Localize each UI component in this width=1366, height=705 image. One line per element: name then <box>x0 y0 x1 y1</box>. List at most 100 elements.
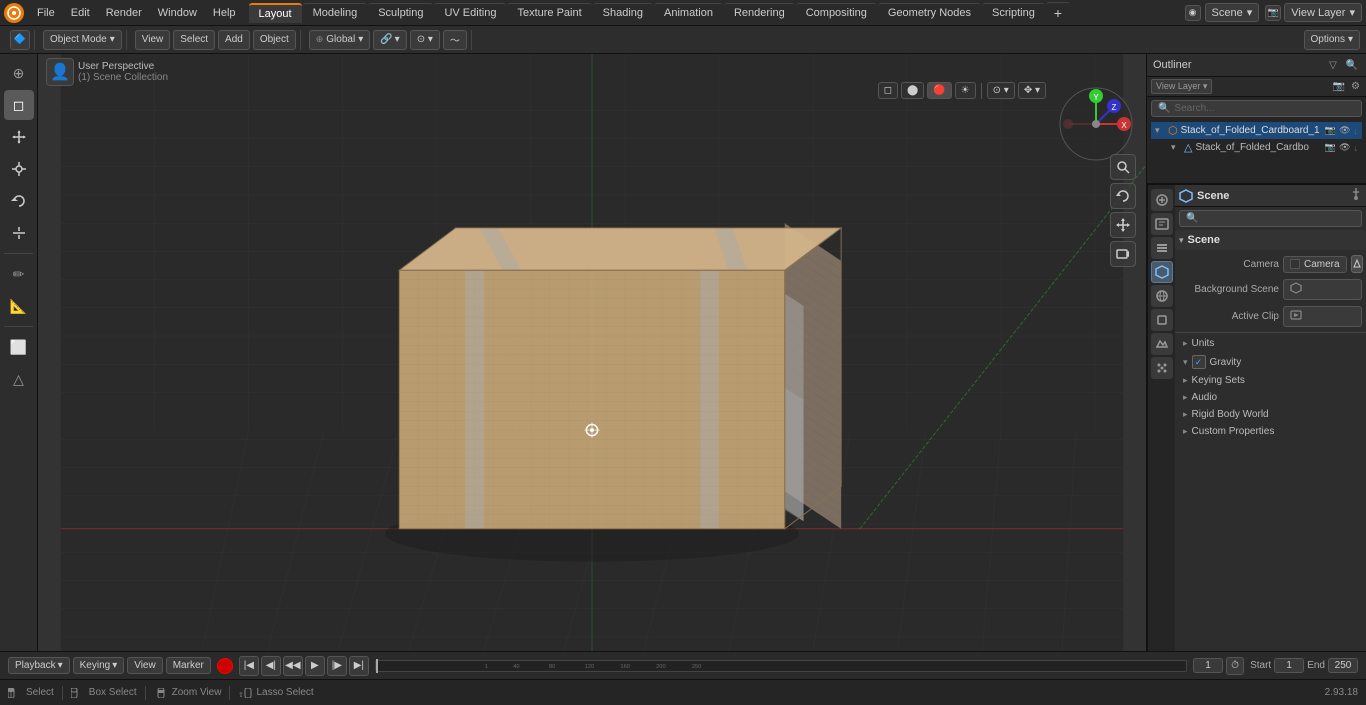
activity-icon[interactable]: ◉ <box>1185 5 1201 21</box>
play-btn[interactable]: ▶ <box>305 656 325 676</box>
gizmo-toggle[interactable]: ✥ ▾ <box>1018 82 1046 99</box>
camera-pick-btn[interactable] <box>1351 255 1363 273</box>
object-props-tab[interactable] <box>1151 309 1173 331</box>
custom-props-item[interactable]: ▸ Custom Properties <box>1175 423 1366 440</box>
background-scene-value[interactable] <box>1283 279 1362 300</box>
tab-rendering[interactable]: Rendering <box>724 3 795 22</box>
collection-restrict-icon[interactable]: ↓ <box>1354 126 1359 136</box>
tab-scripting[interactable]: Scripting <box>982 3 1045 22</box>
next-frame-btn[interactable]: |▶ <box>327 656 347 676</box>
navigation-gizmo[interactable]: X Y Z <box>1056 84 1136 164</box>
outliner-camera-icon[interactable]: 📷 <box>1331 81 1347 92</box>
collection-camera-icon[interactable]: 📷 <box>1325 125 1336 136</box>
scale-tool[interactable] <box>4 218 34 248</box>
viewport-rotate-view-tool[interactable] <box>1110 183 1136 209</box>
active-clip-value[interactable] <box>1283 306 1362 327</box>
options-dropdown[interactable]: Options ▾ <box>1304 30 1361 50</box>
overlay-toggle[interactable]: ⊙ ▾ <box>987 82 1015 99</box>
menu-window[interactable]: Window <box>151 5 204 21</box>
viewport-zoom-tool[interactable] <box>1110 154 1136 180</box>
scene-selector[interactable]: Scene ▾ <box>1205 3 1260 22</box>
add-menu-btn[interactable]: Add <box>218 30 250 50</box>
object-mode-dropdown[interactable]: Object Mode ▾ <box>43 30 122 50</box>
transform-tool[interactable] <box>4 122 34 152</box>
outliner-filter-icon2[interactable]: ⚙ <box>1349 81 1362 92</box>
marker-btn[interactable]: Marker <box>166 657 211 674</box>
outliner-search-field[interactable]: 🔍 Search... <box>1151 100 1362 117</box>
view-layer-selector[interactable]: View Layer ▾ <box>1284 3 1362 22</box>
gravity-item[interactable]: ▾ ✓ Gravity <box>1175 352 1366 372</box>
render-props-tab[interactable] <box>1151 189 1173 211</box>
viewport[interactable]: 👤 User Perspective (1) Scene Collection … <box>38 54 1146 651</box>
viewport-shading-rendered[interactable]: ☀ <box>955 82 976 99</box>
jump-start-btn[interactable]: |◀ <box>239 656 259 676</box>
tab-shading[interactable]: Shading <box>593 3 653 22</box>
tab-add[interactable]: + <box>1046 2 1070 23</box>
menu-edit[interactable]: Edit <box>64 5 97 21</box>
scene-props-tab[interactable] <box>1151 261 1173 283</box>
select-box-tool[interactable]: ◻ <box>4 90 34 120</box>
viewport-mode-icon[interactable]: 👤 <box>46 58 74 86</box>
rigid-body-item[interactable]: ▸ Rigid Body World <box>1175 406 1366 423</box>
timeline-scrubber[interactable]: 1 40 80 120 160 200 250 <box>375 660 1187 672</box>
start-frame-input[interactable]: 1 <box>1274 658 1304 673</box>
tab-uv-editing[interactable]: UV Editing <box>434 3 506 22</box>
mesh-item[interactable]: ▾ △ Stack_of_Folded_Cardbo 📷 👁 ↓ <box>1151 139 1362 156</box>
menu-render[interactable]: Render <box>99 5 149 21</box>
menu-help[interactable]: Help <box>206 5 243 21</box>
collection-hide-icon[interactable]: 👁 <box>1339 125 1350 136</box>
annotate-tool[interactable]: ✏ <box>4 259 34 289</box>
tab-sculpting[interactable]: Sculpting <box>368 3 433 22</box>
particles-tab[interactable] <box>1151 357 1173 379</box>
prev-frame-btn[interactable]: ◀| <box>261 656 281 676</box>
measure-tool[interactable]: 📐 <box>4 291 34 321</box>
current-frame-input[interactable]: 1 <box>1193 658 1223 673</box>
viewport-pan-tool[interactable] <box>1110 212 1136 238</box>
world-props-tab[interactable] <box>1151 285 1173 307</box>
props-search-field[interactable]: 🔍 <box>1179 210 1362 227</box>
tab-texture-paint[interactable]: Texture Paint <box>507 3 591 22</box>
collection-item[interactable]: ▾ ⬡ Stack_of_Folded_Cardboard_1 📷 👁 ↓ <box>1151 122 1362 139</box>
tab-layout[interactable]: Layout <box>249 3 302 23</box>
output-props-tab[interactable] <box>1151 213 1173 235</box>
menu-file[interactable]: File <box>30 5 62 21</box>
tab-animation[interactable]: Animation <box>654 3 723 22</box>
transform-dropdown[interactable]: ⊕ Global ▾ <box>309 30 370 50</box>
outliner-view-btn[interactable]: View Layer ▾ <box>1151 79 1212 94</box>
outliner-filter-icon[interactable]: ▽ <box>1325 57 1341 73</box>
props-pin-btn[interactable] <box>1350 188 1362 203</box>
blender-icon-small[interactable]: 🔷 <box>10 30 30 50</box>
mesh-camera-icon[interactable]: 📷 <box>1325 142 1336 153</box>
snap-toggle[interactable]: 🔗 ▾ <box>373 30 406 50</box>
end-frame-input[interactable]: 250 <box>1328 658 1358 673</box>
select-menu-btn[interactable]: Select <box>173 30 215 50</box>
move-tool[interactable] <box>4 154 34 184</box>
proportional-toggle[interactable]: ⊙ ▾ <box>410 30 440 50</box>
modifier-tab[interactable] <box>1151 333 1173 355</box>
units-item[interactable]: ▸ Units <box>1175 335 1366 352</box>
mesh-restrict-icon[interactable]: ↓ <box>1354 143 1359 153</box>
tab-compositing[interactable]: Compositing <box>796 3 877 22</box>
viewport-shading-wire[interactable]: ◻ <box>878 82 898 99</box>
curve-toggle[interactable]: 〜 <box>443 30 467 50</box>
object-menu-btn[interactable]: Object <box>253 30 296 50</box>
playback-btn[interactable]: Playback ▾ <box>8 657 70 674</box>
frame-time-toggle[interactable]: ⏱ <box>1226 657 1244 675</box>
camera-value[interactable]: Camera <box>1283 256 1347 273</box>
view-menu-btn[interactable]: View <box>135 30 171 50</box>
view-btn[interactable]: View <box>127 657 163 674</box>
tab-modeling[interactable]: Modeling <box>303 3 368 22</box>
add-cube-tool[interactable]: ⬜ <box>4 332 34 362</box>
rotate-tool[interactable] <box>4 186 34 216</box>
keying-btn[interactable]: Keying ▾ <box>73 657 125 674</box>
record-button[interactable] <box>217 658 233 674</box>
gravity-checkbox[interactable]: ✓ <box>1192 355 1206 369</box>
reverse-btn[interactable]: ◀◀ <box>283 656 303 676</box>
camera-switch-icon[interactable]: 📷 <box>1265 5 1281 21</box>
cursor-tool[interactable]: ⊕ <box>4 58 34 88</box>
mesh-hide-icon[interactable]: 👁 <box>1339 142 1350 153</box>
tab-geometry-nodes[interactable]: Geometry Nodes <box>878 3 981 22</box>
viewport-shading-solid[interactable]: ⬤ <box>901 82 924 99</box>
viewport-camera-tool[interactable] <box>1110 241 1136 267</box>
viewport-shading-material[interactable]: 🔴 <box>927 82 951 99</box>
